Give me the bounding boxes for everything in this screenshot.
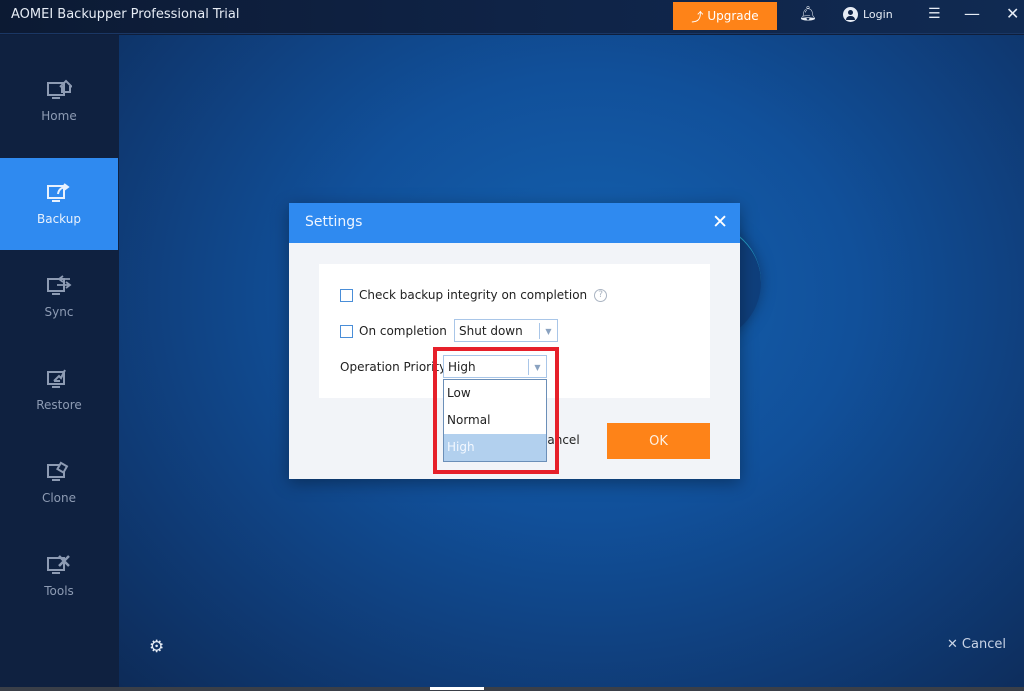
ok-button[interactable]: OK	[607, 423, 710, 459]
priority-select[interactable]: High ▼	[443, 355, 547, 378]
sync-monitor-icon	[46, 275, 72, 297]
sidebar-item-home[interactable]: Home	[0, 55, 118, 147]
check-integrity-label: Check backup integrity on completion	[359, 288, 588, 302]
minimize-icon[interactable]: —	[964, 4, 980, 23]
on-completion-checkbox[interactable]	[340, 324, 353, 338]
user-icon	[843, 7, 858, 22]
sidebar-item-label: Restore	[36, 398, 82, 412]
cancel-operation-button[interactable]: ✕ Cancel	[947, 637, 1006, 652]
sidebar-item-clone[interactable]: Clone	[0, 437, 118, 529]
priority-option-low[interactable]: Low	[444, 380, 546, 407]
login-label: Login	[863, 8, 893, 21]
backup-monitor-icon	[46, 182, 72, 204]
sidebar-item-label: Tools	[44, 584, 74, 598]
bell-icon[interactable]: 🔔︎	[799, 6, 817, 22]
sidebar-item-restore[interactable]: Restore	[0, 344, 118, 436]
dialog-header: Settings ✕	[289, 203, 740, 243]
sidebar-item-backup[interactable]: Backup	[0, 158, 118, 250]
priority-label: Operation Priority	[340, 360, 447, 374]
menu-icon[interactable]: ☰	[928, 6, 941, 22]
priority-option-high[interactable]: High	[444, 434, 546, 461]
priority-dropdown-list: Low Normal High	[443, 379, 547, 462]
upgrade-arrow-icon: ⤴	[691, 9, 704, 24]
on-completion-value: Shut down	[459, 323, 523, 338]
app-title: AOMEI Backupper Professional Trial	[11, 7, 240, 22]
on-completion-label: On completion	[359, 324, 447, 338]
title-bar: AOMEI Backupper Professional Trial ⤴ Upg…	[0, 0, 1024, 34]
priority-value: High	[448, 359, 476, 374]
check-integrity-checkbox[interactable]	[340, 288, 353, 302]
sidebar-item-label: Clone	[41, 491, 77, 505]
home-monitor-icon	[46, 79, 73, 101]
upgrade-button[interactable]: ⤴ Upgrade	[673, 2, 777, 30]
priority-row: Operation Priority	[340, 360, 446, 374]
help-icon[interactable]: ?	[594, 288, 608, 302]
restore-monitor-icon	[46, 368, 72, 390]
sidebar-item-label: Sync	[44, 305, 74, 319]
clone-monitor-icon	[46, 461, 72, 483]
close-icon[interactable]: ✕	[1006, 4, 1019, 23]
gear-icon[interactable]: ⚙	[149, 637, 164, 657]
cancel-label: Cancel	[961, 637, 1006, 652]
on-completion-row: On completion	[340, 324, 447, 338]
dialog-title: Settings	[305, 214, 363, 230]
sidebar-item-label: Home	[41, 109, 77, 123]
on-completion-select[interactable]: Shut down ▼	[454, 319, 558, 342]
upgrade-label: Upgrade	[707, 9, 759, 23]
sidebar-item-tools[interactable]: Tools	[0, 530, 118, 622]
settings-panel: Check backup integrity on completion ? O…	[319, 264, 710, 398]
close-icon: ✕	[947, 637, 958, 652]
sidebar-item-label: Backup	[37, 212, 81, 226]
login-button[interactable]: Login	[843, 7, 893, 22]
sidebar-item-sync[interactable]: Sync	[0, 251, 118, 343]
priority-option-normal[interactable]: Normal	[444, 407, 546, 434]
tools-monitor-icon	[46, 554, 72, 576]
chevron-down-icon: ▼	[528, 359, 546, 375]
chevron-down-icon: ▼	[539, 323, 557, 339]
dialog-close-icon[interactable]: ✕	[712, 211, 728, 233]
scroll-thumb[interactable]	[430, 687, 484, 690]
bottom-strip	[0, 687, 1024, 691]
check-integrity-row: Check backup integrity on completion ?	[340, 288, 608, 302]
sidebar: Home Backup Sync Restore Clone Tools	[0, 35, 119, 687]
